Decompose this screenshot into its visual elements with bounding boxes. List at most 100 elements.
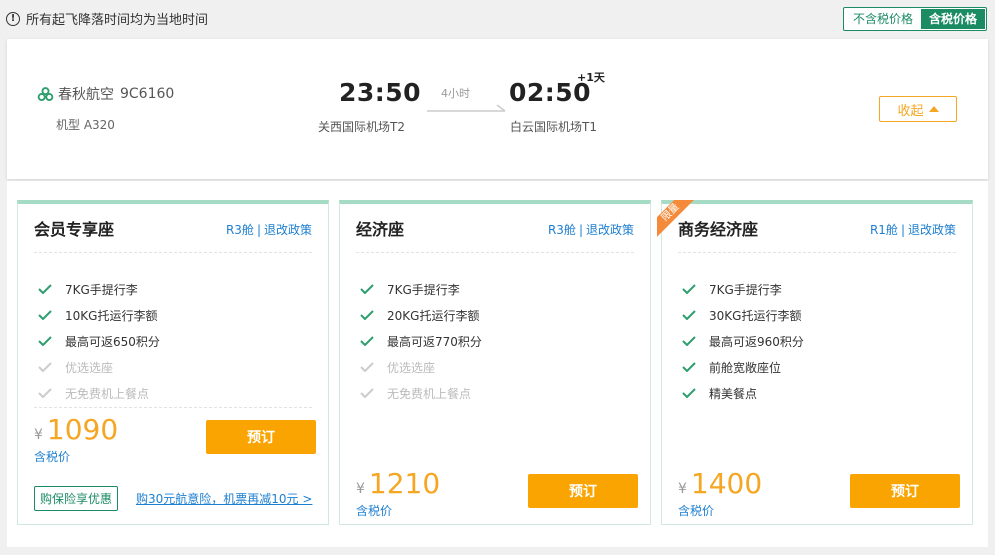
feature-item: 7KG手提行李 — [360, 276, 482, 302]
check-icon — [682, 310, 696, 320]
feature-item: 最高可返650积分 — [38, 328, 160, 354]
check-icon — [360, 284, 374, 294]
feature-item: 前舱宽敞座位 — [682, 354, 804, 380]
feature-text: 优选选座 — [387, 360, 436, 375]
cabin-links: R3舱 | 退改政策 — [225, 223, 312, 237]
book-button[interactable]: 预订 — [528, 474, 638, 508]
feature-item: 10KG托运行李额 — [38, 302, 160, 328]
refund-policy-link[interactable]: 退改政策 — [264, 223, 312, 237]
price-amount: 1090 — [46, 413, 119, 446]
exclude-tax-option[interactable]: 不含税价格 — [845, 9, 921, 29]
include-tax-option[interactable]: 含税价格 — [920, 9, 985, 29]
class-code-link[interactable]: R3舱 — [548, 223, 576, 237]
class-code-link[interactable]: R1舱 — [870, 223, 898, 237]
cabin-title: 经济座 — [356, 220, 405, 239]
check-icon — [682, 336, 696, 346]
cabin-options: 会员专享座 R3舱 | 退改政策 7KG手提行李 10KG托运行李额 最高可返650… — [7, 181, 988, 547]
feature-list: 7KG手提行李 20KG托运行李额 最高可返770积分 优选选座 无免费机上餐点 — [360, 276, 482, 406]
tax-included-label: 含税价 — [34, 450, 71, 464]
flight-number: 9C6160 — [120, 86, 175, 102]
feature-item-disabled: 优选选座 — [38, 354, 160, 380]
check-icon — [360, 388, 374, 398]
feature-text: 30KG托运行李额 — [709, 308, 802, 323]
collapse-label: 收起 — [897, 103, 924, 119]
check-icon — [38, 310, 52, 320]
check-icon — [682, 284, 696, 294]
cabin-card-business-economy: 限量 商务经济座 R1舱 | 退改政策 7KG手提行李 30KG托运行李额 最高可返… — [657, 200, 973, 525]
collapse-button[interactable]: 收起 — [879, 96, 957, 122]
price: ¥ 1090 — [34, 413, 118, 446]
feature-text: 7KG手提行李 — [65, 282, 138, 297]
check-icon — [360, 362, 374, 372]
price: ¥ 1400 — [678, 467, 762, 500]
feature-item: 7KG手提行李 — [682, 276, 804, 302]
duration-arrow-icon — [427, 104, 506, 112]
price: ¥ 1210 — [356, 467, 440, 500]
cabin-title: 商务经济座 — [678, 220, 759, 239]
airline-info: 春秋航空 9C6160 — [37, 84, 174, 104]
flight-summary-card: 春秋航空 9C6160 机型 A320 23:50 关西国际机场T2 4小时 0… — [7, 39, 988, 179]
check-icon — [682, 388, 696, 398]
check-icon — [360, 310, 374, 320]
book-button[interactable]: 预订 — [206, 420, 316, 454]
feature-list: 7KG手提行李 10KG托运行李额 最高可返650积分 优选选座 无免费机上餐点 — [38, 276, 160, 406]
feature-text: 无免费机上餐点 — [65, 386, 150, 401]
cabin-title: 会员专享座 — [34, 220, 115, 239]
cabin-card-economy: 经济座 R3舱 | 退改政策 7KG手提行李 20KG托运行李额 最高可返770积分… — [339, 200, 651, 525]
class-code-link[interactable]: R3舱 — [226, 223, 254, 237]
departure-airport: 关西国际机场T2 — [318, 120, 405, 134]
tax-price-toggle: 不含税价格 含税价格 — [842, 7, 987, 31]
divider — [34, 407, 312, 408]
feature-text: 7KG手提行李 — [387, 282, 460, 297]
divider — [356, 252, 634, 253]
feature-item: 最高可返770积分 — [360, 328, 482, 354]
tax-included-label: 含税价 — [356, 504, 393, 518]
refund-policy-link[interactable]: 退改政策 — [586, 223, 634, 237]
price-amount: 1210 — [368, 467, 441, 500]
feature-item: 最高可返960积分 — [682, 328, 804, 354]
currency-symbol: ¥ — [356, 481, 365, 497]
check-icon — [38, 362, 52, 372]
feature-text: 最高可返770积分 — [387, 334, 482, 349]
divider — [34, 252, 312, 253]
cabin-card-member: 会员专享座 R3舱 | 退改政策 7KG手提行李 10KG托运行李额 最高可返650… — [17, 200, 329, 525]
notice-text: 所有起飞降落时间均为当地时间 — [26, 13, 209, 28]
airline-name: 春秋航空 — [58, 87, 114, 103]
feature-text: 精美餐点 — [709, 386, 758, 401]
feature-text: 20KG托运行李额 — [387, 308, 480, 323]
currency-symbol: ¥ — [34, 427, 43, 443]
feature-text: 无免费机上餐点 — [387, 386, 472, 401]
feature-text: 最高可返960积分 — [709, 334, 804, 349]
price-amount: 1400 — [690, 467, 763, 500]
arrival-airport: 白云国际机场T1 — [510, 120, 597, 134]
insurance-promo-link[interactable]: 购30元航意险，机票再减10元 > — [136, 490, 312, 507]
cabin-links: R3舱 | 退改政策 — [547, 223, 634, 237]
feature-text: 优选选座 — [65, 360, 114, 375]
tax-included-label: 含税价 — [678, 504, 715, 518]
flight-duration: 4小时 — [441, 87, 470, 100]
local-time-notice: ! 所有起飞降落时间均为当地时间 — [6, 9, 208, 28]
check-icon — [38, 336, 52, 346]
feature-item-disabled: 无免费机上餐点 — [38, 380, 160, 406]
feature-text: 前舱宽敞座位 — [709, 360, 782, 375]
feature-list: 7KG手提行李 30KG托运行李额 最高可返960积分 前舱宽敞座位 精美餐点 — [682, 276, 804, 406]
info-icon: ! — [6, 11, 20, 26]
check-icon — [682, 362, 696, 372]
feature-text: 最高可返650积分 — [65, 334, 160, 349]
next-day-marker: +1天 — [577, 71, 605, 84]
aircraft-type: 机型 A320 — [56, 118, 115, 132]
caret-up-icon — [928, 106, 939, 112]
feature-item: 精美餐点 — [682, 380, 804, 406]
feature-item: 20KG托运行李额 — [360, 302, 482, 328]
insurance-promo-tag[interactable]: 购保险享优惠 — [34, 486, 119, 511]
cabin-links: R1舱 | 退改政策 — [869, 223, 956, 237]
departure-time: 23:50 — [339, 78, 422, 107]
currency-symbol: ¥ — [678, 481, 687, 497]
check-icon — [360, 336, 374, 346]
book-button[interactable]: 预订 — [850, 474, 960, 508]
check-icon — [38, 388, 52, 398]
refund-policy-link[interactable]: 退改政策 — [908, 223, 956, 237]
feature-item: 7KG手提行李 — [38, 276, 160, 302]
feature-item-disabled: 无免费机上餐点 — [360, 380, 482, 406]
divider — [678, 252, 956, 253]
